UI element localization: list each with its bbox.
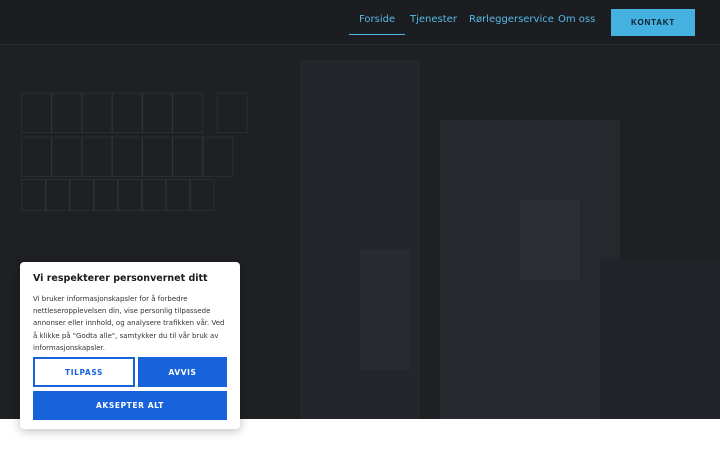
accept-all-button[interactable]: AKSEPTER ALT (33, 391, 227, 420)
nav-item-rorleggerservice[interactable]: Rørleggerservice (469, 14, 554, 25)
cookie-consent-dialog: Vi respekterer personvernet ditt Vi bruk… (20, 262, 240, 429)
nav-item-forside[interactable]: Forside (348, 14, 406, 35)
cookie-title: Vi respekterer personvernet ditt (33, 273, 208, 284)
hero-image-shape (520, 200, 580, 280)
nav-item-om-oss[interactable]: Om oss (558, 14, 595, 25)
cookie-description: Vi bruker informasjonskapsler for å forb… (33, 295, 225, 352)
customize-button[interactable]: TILPASS (33, 357, 135, 387)
nav-item-tjenester[interactable]: Tjenester (410, 14, 457, 25)
hero-image-shape (360, 250, 410, 370)
hero-decorative-text: ▇▇▇▇▇▇▇▇ (22, 176, 215, 212)
site-header: Forside Tjenester Rørleggerservice Om os… (0, 0, 720, 45)
reject-button[interactable]: AVVIS (138, 357, 227, 387)
hero-decorative-text: ▇▇▇▇▇▇▇ (22, 132, 234, 177)
page: ▇▇▇▇▇▇ ▇ ▇▇▇▇▇▇▇ ▇▇▇▇▇▇▇▇ Forside Tjenes… (0, 0, 720, 450)
contact-button[interactable]: KONTAKT (611, 9, 695, 36)
hero-image-shape (600, 260, 720, 419)
hero-decorative-text: ▇▇▇▇▇▇ ▇ (22, 88, 248, 133)
cookie-button-row: TILPASS AVVIS (33, 357, 227, 387)
